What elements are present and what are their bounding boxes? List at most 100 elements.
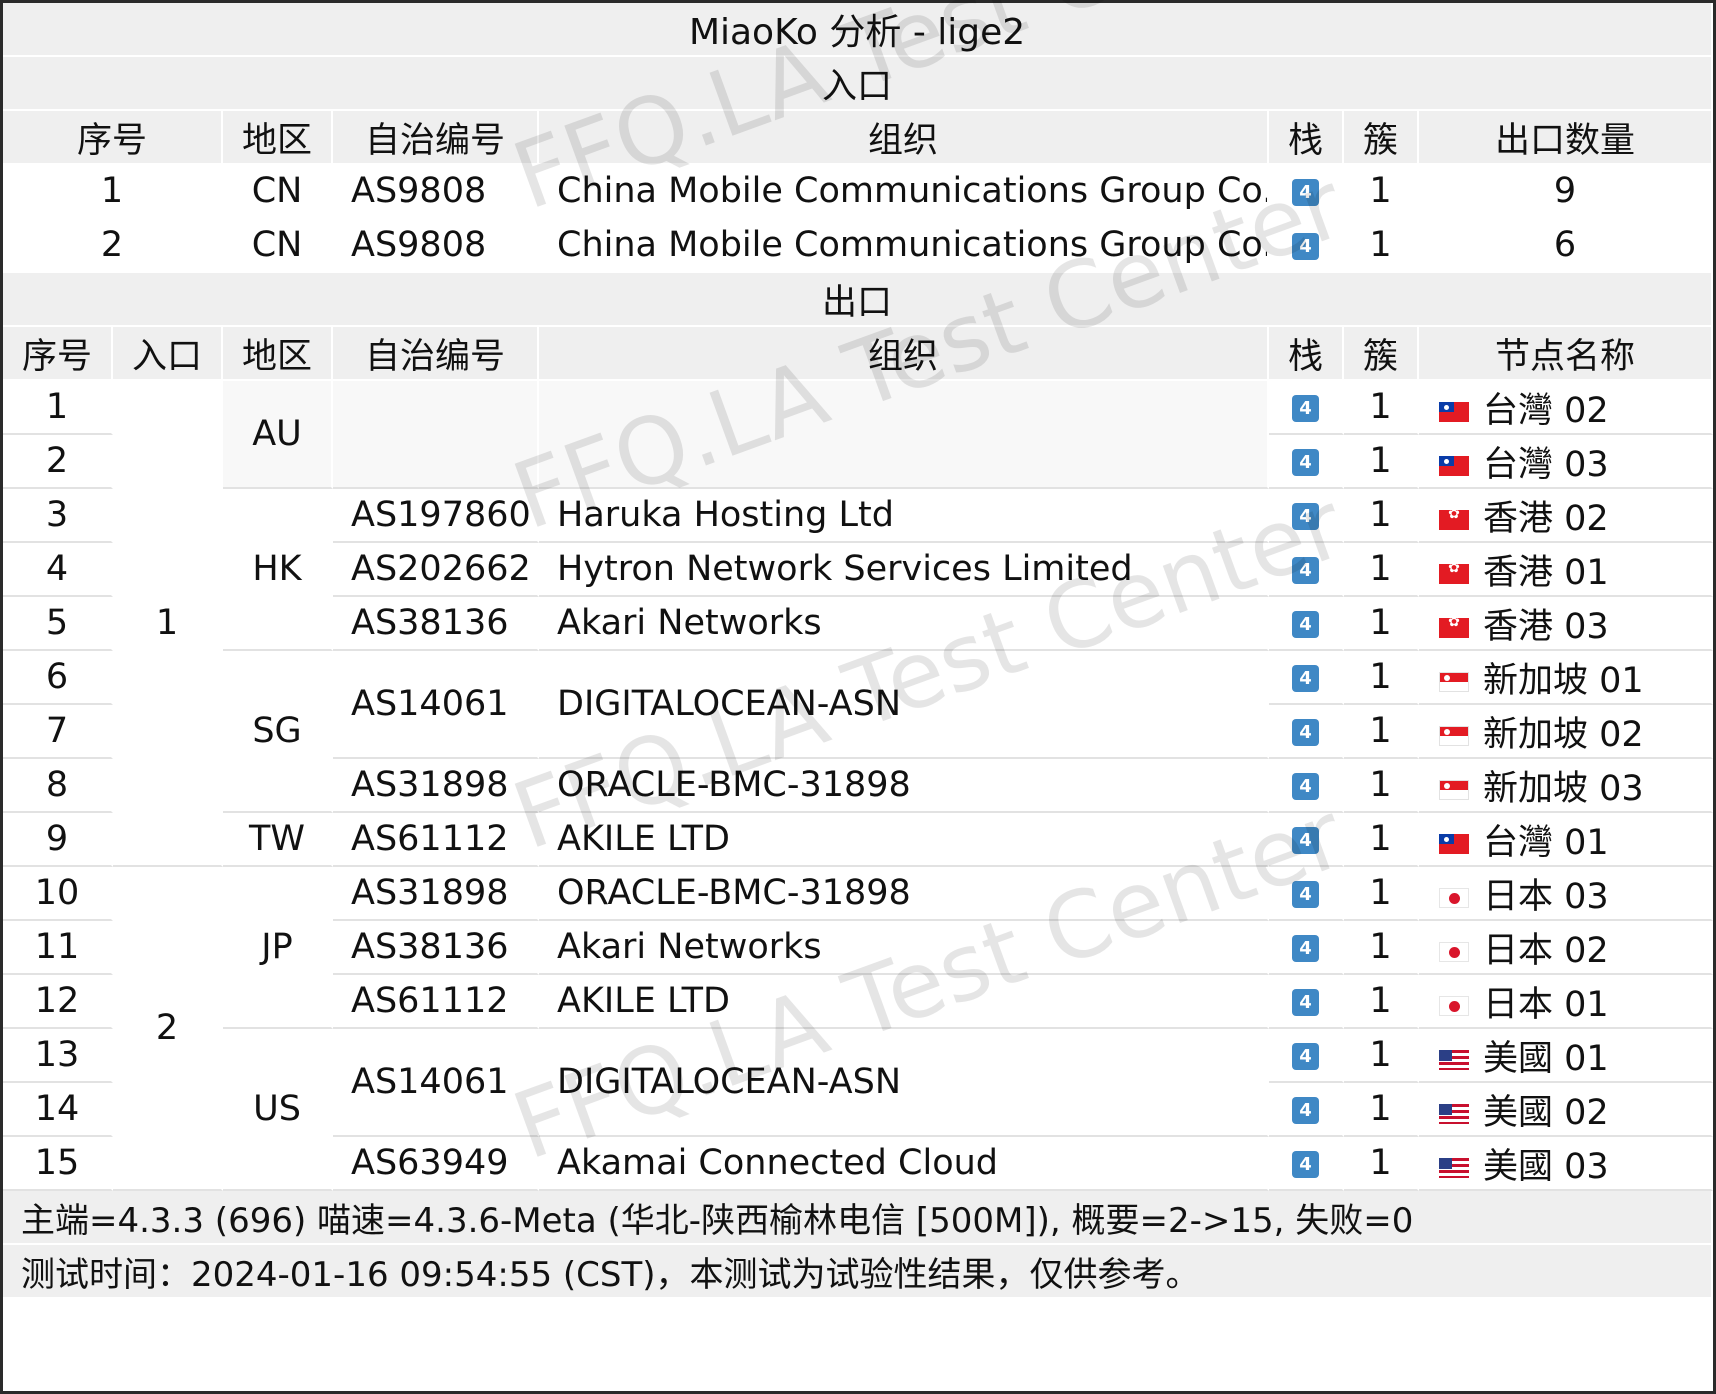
- ipv4-badge-icon: 4: [1292, 448, 1319, 476]
- entry-org: China Mobile Communications Group Co., L…: [539, 219, 1269, 273]
- exit-asn: AS197860: [333, 489, 539, 543]
- exit-index: 6: [3, 651, 113, 705]
- exit-stack: 4: [1269, 543, 1344, 597]
- exit-node: 新加坡 01: [1419, 651, 1714, 705]
- exit-cluster: 1: [1344, 1137, 1419, 1191]
- hong-kong-flag-icon: [1439, 560, 1469, 584]
- exit-org: DIGITALOCEAN-ASN: [539, 651, 1269, 759]
- ipv4-badge-icon: 4: [1292, 556, 1319, 584]
- node-name: 美國 02: [1483, 1092, 1609, 1133]
- ipv4-badge-icon: 4: [1292, 232, 1319, 260]
- exit-index: 12: [3, 975, 113, 1029]
- exit-node: 台灣 02: [1419, 381, 1714, 435]
- ipv4-badge-icon: 4: [1292, 1150, 1319, 1178]
- exit-asn: AS14061: [333, 1029, 539, 1137]
- exit-section-label: 出口: [3, 273, 1714, 327]
- exit-cluster: 1: [1344, 921, 1419, 975]
- exit-region: SG: [223, 651, 333, 813]
- exit-cluster: 1: [1344, 705, 1419, 759]
- exit-stack: 4: [1269, 705, 1344, 759]
- node-name: 台灣 01: [1483, 822, 1609, 863]
- col-header-cluster: 簇: [1344, 327, 1419, 381]
- col-header-stack: 栈: [1269, 327, 1344, 381]
- exit-region: HK: [223, 489, 333, 651]
- node-name: 台灣 02: [1483, 390, 1609, 431]
- ipv4-badge-icon: 4: [1292, 394, 1319, 422]
- exit-stack: 4: [1269, 381, 1344, 435]
- entry-exit-count: 6: [1419, 219, 1714, 273]
- exit-org: [539, 381, 1269, 489]
- exit-org: Akari Networks: [539, 597, 1269, 651]
- exit-stack: 4: [1269, 813, 1344, 867]
- singapore-flag-icon: [1439, 779, 1469, 800]
- singapore-flag-icon: [1439, 725, 1469, 746]
- japan-flag-icon: [1439, 887, 1469, 908]
- entry-exit-count: 9: [1419, 165, 1714, 219]
- usa-flag-icon: [1439, 1157, 1469, 1178]
- entry-stack: 4: [1269, 165, 1344, 219]
- entry-cluster: 1: [1344, 219, 1419, 273]
- usa-flag-icon: [1439, 1049, 1469, 1070]
- ipv4-badge-icon: 4: [1292, 1042, 1319, 1070]
- exit-node: 日本 02: [1419, 921, 1714, 975]
- ipv4-badge-icon: 4: [1292, 772, 1319, 800]
- node-name: 香港 02: [1483, 498, 1609, 539]
- exit-asn: AS14061: [333, 651, 539, 759]
- exit-index: 9: [3, 813, 113, 867]
- exit-node: 台灣 01: [1419, 813, 1714, 867]
- exit-asn: [333, 381, 539, 489]
- col-header-index: 序号: [3, 111, 223, 165]
- exit-row: 9 TW AS61112 AKILE LTD 4 1 台灣 01: [3, 813, 1714, 867]
- exit-asn: AS31898: [333, 759, 539, 813]
- exit-index: 7: [3, 705, 113, 759]
- title-row: MiaoKo 分析 - lige2: [3, 3, 1714, 57]
- exit-node: 日本 01: [1419, 975, 1714, 1029]
- exit-section-header: 出口: [3, 273, 1714, 327]
- entry-region: CN: [223, 219, 333, 273]
- exit-org: AKILE LTD: [539, 813, 1269, 867]
- exit-stack: 4: [1269, 975, 1344, 1029]
- exit-cluster: 1: [1344, 651, 1419, 705]
- entry-index: 1: [3, 165, 223, 219]
- exit-cluster: 1: [1344, 435, 1419, 489]
- ipv4-badge-icon: 4: [1292, 1096, 1319, 1124]
- exit-cluster: 1: [1344, 975, 1419, 1029]
- entry-row: 1 CN AS9808 China Mobile Communications …: [3, 165, 1714, 219]
- col-header-stack: 栈: [1269, 111, 1344, 165]
- entry-cluster: 1: [1344, 165, 1419, 219]
- ipv4-badge-icon: 4: [1292, 502, 1319, 530]
- exit-row: 1 1 AU 4 1 台灣 02: [3, 381, 1714, 867]
- exit-cluster: 1: [1344, 381, 1419, 435]
- footer-summary: 主端=4.3.3 (696) 喵速=4.3.6-Meta (华北-陕西榆林电信 …: [3, 1191, 1714, 1245]
- exit-org: Akamai Connected Cloud: [539, 1137, 1269, 1191]
- exit-index: 13: [3, 1029, 113, 1083]
- col-header-region: 地区: [223, 327, 333, 381]
- exit-cluster: 1: [1344, 1029, 1419, 1083]
- exit-node: 台灣 03: [1419, 435, 1714, 489]
- exit-column-headers: 序号 入口 地区 自治编号 组织 栈 簇 节点名称: [3, 327, 1714, 381]
- col-header-entry: 入口: [113, 327, 223, 381]
- exit-index: 4: [3, 543, 113, 597]
- exit-index: 3: [3, 489, 113, 543]
- col-header-index: 序号: [3, 327, 113, 381]
- hong-kong-flag-icon: [1439, 614, 1469, 638]
- node-name: 新加坡 03: [1483, 768, 1644, 809]
- exit-cluster: 1: [1344, 543, 1419, 597]
- exit-row: 3 HK AS197860 Haruka Hosting Ltd 4 1 香港 …: [3, 489, 1714, 651]
- exit-stack: 4: [1269, 867, 1344, 921]
- node-name: 日本 03: [1483, 876, 1609, 917]
- col-header-node-name: 节点名称: [1419, 327, 1714, 381]
- exit-asn: AS61112: [333, 813, 539, 867]
- exit-region: JP: [223, 867, 333, 1029]
- exit-index: 2: [3, 435, 113, 489]
- exit-stack: 4: [1269, 1083, 1344, 1137]
- node-name: 日本 01: [1483, 984, 1609, 1025]
- ipv4-badge-icon: 4: [1292, 718, 1319, 746]
- exit-index: 8: [3, 759, 113, 813]
- entry-index: 2: [3, 219, 223, 273]
- col-header-region: 地区: [223, 111, 333, 165]
- col-header-asn: 自治编号: [333, 327, 539, 381]
- ipv4-badge-icon: 4: [1292, 826, 1319, 854]
- exit-index: 15: [3, 1137, 113, 1191]
- result-image: MiaoKo 分析 - lige2 入口 序号 地区 自治编号 组织 栈 簇 出…: [0, 0, 1716, 1394]
